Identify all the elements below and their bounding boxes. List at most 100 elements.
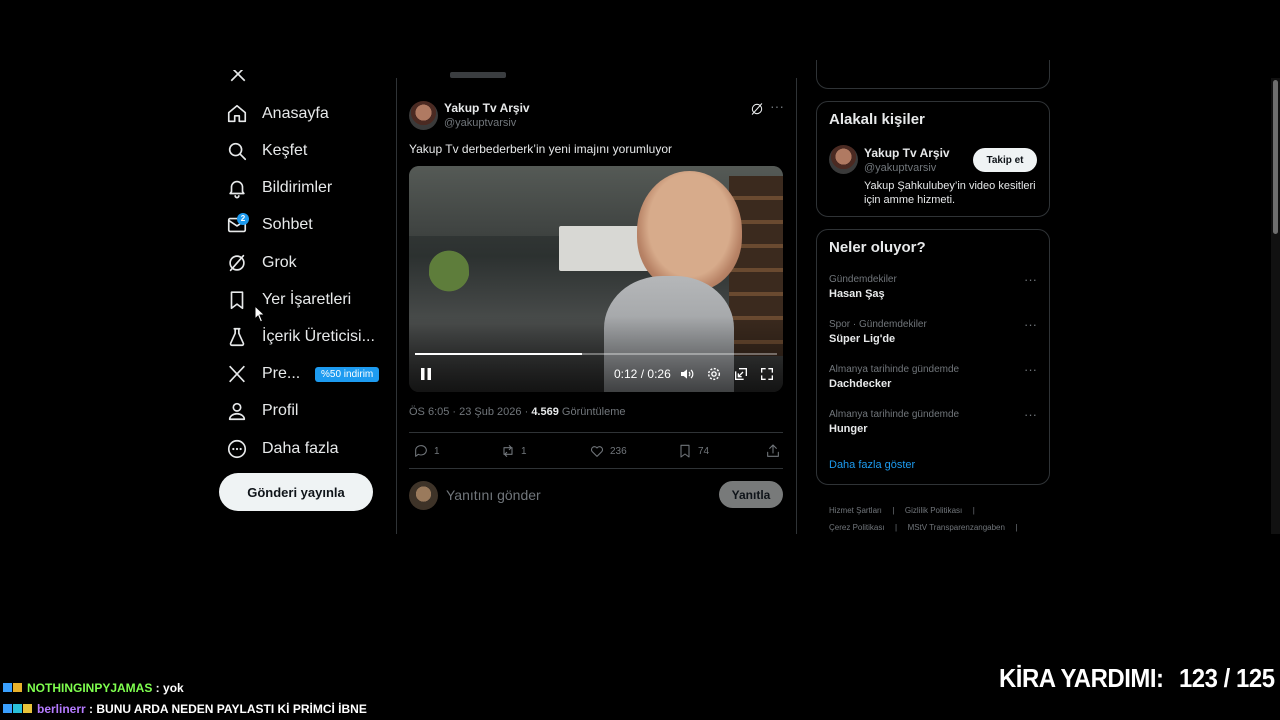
rent-counter-label: KİRA YARDIMI: [999,663,1164,693]
footer-link-privacy[interactable]: Gizlilik Politikası [905,506,962,515]
reply-submit-button[interactable]: Yanıtla [719,481,783,508]
author-name[interactable]: Yakup Tv Arşiv [444,101,530,115]
avatar [409,481,438,510]
sidebar-item-bookmarks[interactable]: Yer İşaretleri [226,285,351,315]
footer-link-cookies[interactable]: Çerez Politikası [829,523,885,532]
footer-links: Hizmet Şartları | Gizlilik Politikası | [829,500,975,518]
trend-meta: Almanya tarihinde gündemde [829,409,960,420]
divider [409,468,783,469]
search-icon [228,142,247,161]
trend-name: Hasan Şaş [829,288,885,300]
scrollbar-thumb[interactable] [1273,80,1278,234]
reply-input[interactable]: Yanıtını gönder [446,487,541,503]
reply-button[interactable]: 1 [413,443,440,459]
sidebar-item-notifications[interactable]: Bildirimler [226,173,332,203]
grok-icon[interactable] [750,102,764,116]
trend-item[interactable]: Almanya tarihinde gündemde Dachdecker [829,364,959,390]
rent-counter-overlay: KİRA YARDIMI: 123 / 125 [999,663,1275,694]
sidebar-item-more[interactable]: Daha fazla [226,434,339,464]
sidebar-item-grok[interactable]: Grok [226,248,297,278]
sidebar-item-premium[interactable]: Pre... [226,359,300,389]
chat-text: BUNU ARDA NEDEN PAYLASTI Kİ PRİMCİ İBNE [96,702,367,716]
scrollbar[interactable] [1271,78,1280,534]
reply-icon [415,445,427,457]
reply-count: 1 [434,445,440,457]
show-more-link[interactable]: Daha fazla göster [829,459,915,471]
video-duration: 0:26 [647,367,671,381]
settings-icon[interactable] [706,366,722,382]
related-title: Alakalı kişiler [829,111,925,128]
video-player[interactable]: 0:12 / 0:26 [409,166,783,392]
x-logo-icon[interactable] [229,70,247,82]
share-button[interactable] [765,443,786,459]
footer-link-transparency[interactable]: MStV Transparenzangaben [908,523,1005,532]
search-panel-fragment [816,60,1050,89]
heart-icon [590,446,604,457]
author-handle[interactable]: @yakuptvarsiv [444,117,516,129]
sidebar-item-explore[interactable]: Keşfet [226,136,307,166]
header-fragment [450,70,510,79]
views-count: 4.569 [531,406,559,418]
chat-badge-icon [13,683,22,692]
notification-badge: 2 [237,213,249,225]
repost-button[interactable]: 1 [500,443,527,459]
chat-message: NOTHINGINPYJAMAS : yok [3,681,184,695]
video-face [637,171,742,291]
trend-name: Dachdecker [829,378,892,390]
follow-button[interactable]: Takip et [973,148,1037,172]
mouse-cursor-icon [254,305,266,323]
pause-icon[interactable] [419,366,433,382]
repost-count: 1 [521,445,527,457]
like-button[interactable]: 236 [589,443,627,459]
x-logo-icon [229,365,245,383]
chat-separator: : [152,681,164,695]
volume-icon[interactable] [679,366,695,382]
post-button[interactable]: Gönderi yayınla [219,473,373,511]
chat-badge-icon [13,704,22,713]
avatar[interactable] [409,101,438,130]
more-options-icon[interactable]: ··· [1024,317,1037,332]
video-progress-fill [415,353,582,355]
sidebar-item-label: Profil [262,402,299,419]
footer-link-terms[interactable]: Hizmet Şartları [829,506,882,515]
more-options-icon[interactable]: ··· [1024,362,1037,377]
trend-meta: Almanya tarihinde gündemde [829,364,960,375]
sidebar-item-creator[interactable]: İçerik Üreticisi... [226,322,375,352]
video-progress-track[interactable] [415,353,777,355]
more-options-icon[interactable]: ··· [1024,407,1037,422]
trend-item[interactable]: Almanya tarihinde gündemde Hunger [829,409,959,435]
footer-separator: | [1015,523,1018,532]
avatar[interactable] [829,145,858,174]
sidebar-item-label: Keşfet [262,142,308,159]
user-icon [228,402,246,421]
sidebar-item-label: Sohbet [262,216,313,233]
fullscreen-icon[interactable] [759,366,775,382]
grok-icon [229,254,245,272]
footer-links: Çerez Politikası | MStV Transparenzangab… [829,517,1018,535]
sidebar-item-label: Grok [262,254,297,271]
trend-item[interactable]: Spor · Gündemdekiler Süper Lig'de [829,319,927,345]
trends-title: Neler oluyor? [829,239,926,256]
related-name[interactable]: Yakup Tv Arşiv [864,146,950,160]
bell-icon [229,180,245,199]
video-time: 0:12 / 0:26 [614,367,671,381]
tweet-time: ÖS 6:05 · 23 Şub 2026 · [409,406,532,418]
picture-in-picture-icon[interactable] [733,366,749,382]
more-options-icon[interactable]: ··· [1024,272,1037,287]
sidebar-item-profile[interactable]: Profil [226,396,298,426]
share-icon [767,444,779,457]
related-handle[interactable]: @yakuptvarsiv [864,162,936,174]
video-counter [559,226,649,271]
footer-separator: | [972,506,975,515]
video-plant [429,236,469,306]
sidebar-item-home[interactable]: Anasayfa [226,99,329,129]
bookmark-button[interactable]: 74 [677,443,709,459]
divider [409,432,783,433]
sidebar-item-label: İçerik Üreticisi... [262,328,375,345]
more-options-icon[interactable]: ··· [770,98,784,114]
chat-text: yok [163,681,184,695]
chat-separator: : [85,702,97,716]
chat-badge-icon [3,683,12,692]
trend-item[interactable]: Gündemdekiler Hasan Şaş [829,274,897,300]
trend-meta: Gündemdekiler [829,274,897,285]
